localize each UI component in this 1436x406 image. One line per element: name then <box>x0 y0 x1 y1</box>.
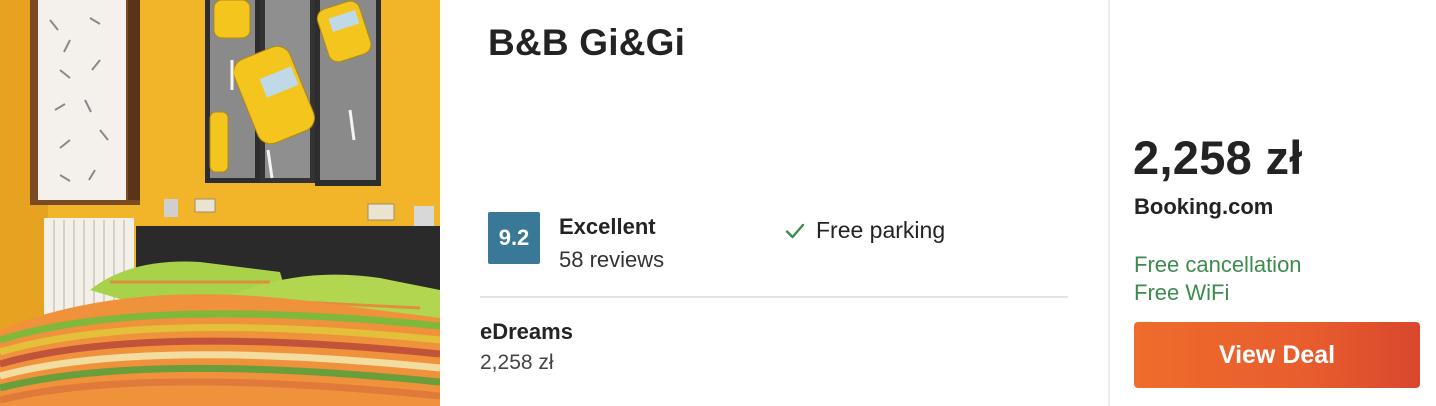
hotel-room-photo <box>0 0 440 406</box>
amenity-label: Free parking <box>816 217 946 243</box>
hotel-photo[interactable] <box>0 0 440 406</box>
divider <box>480 296 1068 298</box>
alternative-deal-provider[interactable]: eDreams <box>480 319 573 345</box>
hotel-name[interactable]: B&B Gi&Gi <box>488 22 685 64</box>
amenity-free-parking: Free parking <box>784 217 945 244</box>
rating-label: Excellent <box>559 214 656 239</box>
review-count[interactable]: 58 reviews <box>559 247 664 273</box>
perk-free-cancellation: Free cancellation <box>1134 252 1302 277</box>
alternative-deal-price[interactable]: 2,258 zł <box>480 351 554 375</box>
rating-score-badge: 9.2 <box>488 212 540 264</box>
perk-free-wifi: Free WiFi <box>1134 280 1230 305</box>
hotel-info: B&B Gi&Gi 9.2 Excellent 58 reviews Free … <box>440 0 1108 406</box>
main-deal: 2,258 zł Booking.com Free cancellation F… <box>1110 0 1436 406</box>
deal-provider: Booking.com <box>1134 194 1274 219</box>
view-deal-button[interactable]: View Deal <box>1134 322 1420 388</box>
deal-price: 2,258 zł <box>1133 131 1303 184</box>
hotel-result-card: B&B Gi&Gi 9.2 Excellent 58 reviews Free … <box>0 0 1436 406</box>
check-icon <box>785 223 805 238</box>
